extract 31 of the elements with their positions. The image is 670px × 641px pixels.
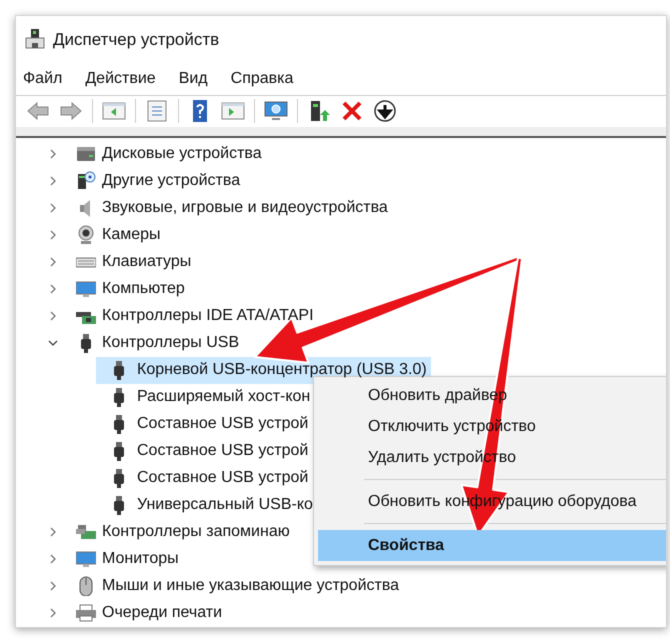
device-icon xyxy=(76,279,96,300)
download-icon[interactable] xyxy=(373,99,397,124)
device-icon xyxy=(76,225,96,246)
tree-item[interactable]: Камеры xyxy=(102,223,165,248)
tree-item[interactable]: Контроллеры USB xyxy=(102,331,244,356)
tree-item[interactable]: Клавиатуры xyxy=(102,250,196,274)
tree-item[interactable]: Универсальный USB-ко xyxy=(110,492,317,519)
tree-item[interactable]: Очереди печати xyxy=(102,601,226,626)
device-manager-icon xyxy=(25,28,45,51)
device-icon xyxy=(76,171,96,192)
device-icon xyxy=(76,603,96,624)
tree-item[interactable]: Контроллеры запоминаю xyxy=(102,520,294,544)
tree-item[interactable]: Мониторы xyxy=(102,547,183,572)
tree-item[interactable]: Мыши и иные указывающие устройства xyxy=(102,574,404,598)
menu-item[interactable]: Действие xyxy=(82,66,168,92)
tree-item[interactable]: Расширяемый хост-кон xyxy=(110,384,314,411)
tree-item[interactable]: Звуковые, игровые и видеоустройства xyxy=(102,196,392,220)
properties-icon[interactable] xyxy=(145,99,169,124)
tree-item[interactable]: Составное USB устрой xyxy=(110,410,312,438)
window-title: Диспетчер устройств xyxy=(53,30,220,50)
menu-item[interactable]: Файл xyxy=(20,66,74,92)
menu-item[interactable]: Справка xyxy=(228,66,306,92)
tree-item[interactable]: Другие устройства xyxy=(102,169,244,194)
tree-item[interactable]: Составное USB устрой xyxy=(110,464,312,492)
tree-item[interactable]: Контроллеры IDE ATA/ATAPI xyxy=(102,304,318,328)
tree-item[interactable]: Дисковые устройства xyxy=(102,142,266,166)
tree-item[interactable]: Компьютер xyxy=(102,277,189,302)
context-menu-item[interactable]: Свойства xyxy=(318,530,666,561)
device-icon xyxy=(76,549,96,570)
menu-item[interactable]: Вид xyxy=(176,66,220,92)
tree-item[interactable]: Составное USB устрой xyxy=(110,438,312,465)
